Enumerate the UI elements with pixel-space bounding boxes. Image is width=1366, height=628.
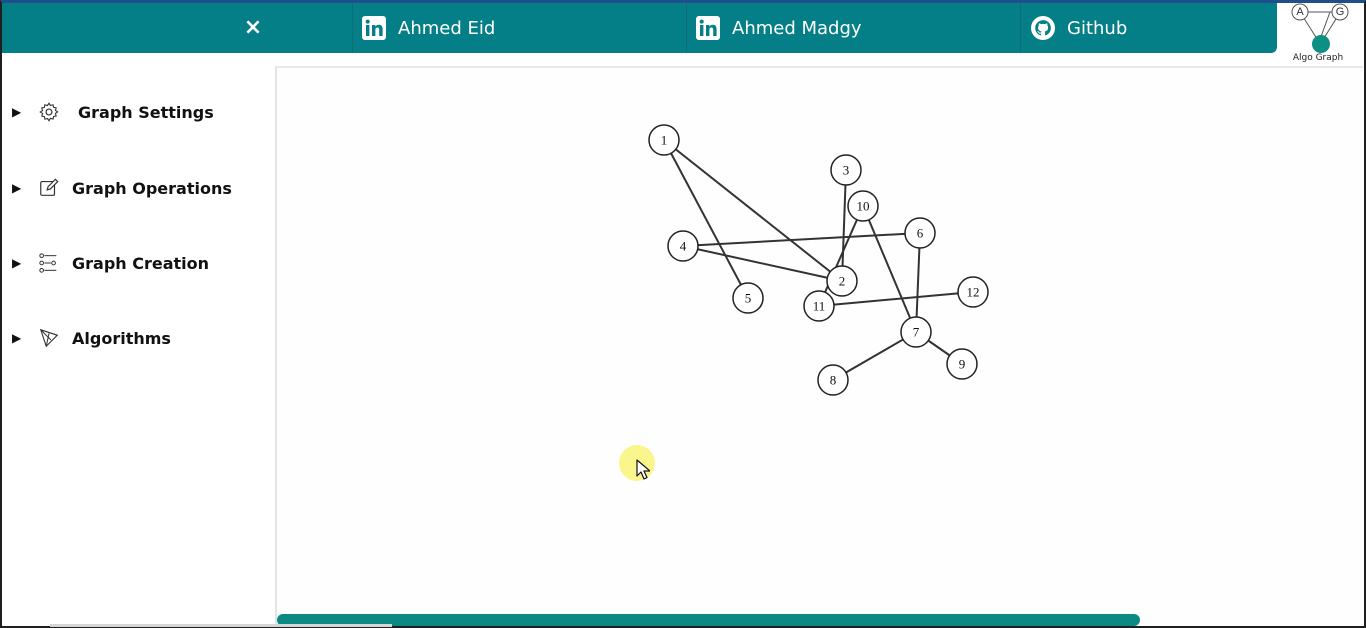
top-navbar: × Ahmed Eid Ahmed Madgy Github: [2, 3, 1277, 53]
graph-node-label: 3: [843, 163, 850, 178]
graph-node-label: 1: [661, 133, 668, 148]
caret-right-icon: ▶: [12, 105, 22, 119]
github-icon: [1031, 16, 1055, 40]
github-link[interactable]: Github: [1031, 3, 1127, 53]
graph-creation-icon: [39, 253, 57, 273]
mouse-pointer-icon: [636, 459, 650, 480]
graph-node-label: 6: [917, 226, 924, 241]
graph-node-label: 12: [967, 285, 980, 300]
logo-letter-g: G: [1336, 6, 1345, 18]
graph-node-9[interactable]: 9: [946, 348, 978, 380]
graph-edge-1-2[interactable]: [663, 139, 843, 282]
graph-node-2[interactable]: 2: [826, 265, 858, 297]
graph-svg[interactable]: 123456789101112: [277, 68, 1363, 624]
logo-letter-a: A: [1296, 6, 1304, 18]
linkedin-icon: [696, 16, 720, 40]
graph-node-label: 11: [813, 299, 826, 314]
caret-right-icon: ▶: [12, 331, 22, 345]
graph-node-4[interactable]: 4: [667, 230, 699, 262]
graph-node-label: 2: [839, 274, 846, 289]
graph-node-3[interactable]: 3: [830, 154, 862, 186]
graph-node-8[interactable]: 8: [817, 364, 849, 396]
caret-right-icon: ▶: [12, 256, 22, 270]
gear-icon: [39, 102, 59, 122]
graph-node-label: 8: [830, 373, 837, 388]
caret-right-icon: ▶: [12, 181, 22, 195]
graph-canvas[interactable]: 1 2 3 4 5 6 7 8 9 10 11 12: [275, 66, 1363, 624]
navbar-divider: [352, 3, 353, 53]
linkedin-link-ahmed-madgy[interactable]: Ahmed Madgy: [696, 3, 862, 53]
sidebar-item-graph-creation[interactable]: ▶ Graph Creation: [12, 248, 209, 278]
edit-icon: [40, 178, 59, 196]
linkedin-link-label: Ahmed Eid: [398, 17, 496, 39]
graph-node-12[interactable]: 12: [957, 276, 989, 308]
navbar-divider: [686, 3, 687, 53]
graph-node-1[interactable]: 1: [648, 124, 680, 156]
linkedin-icon: [362, 16, 386, 40]
github-link-label: Github: [1067, 17, 1128, 39]
sidebar: ▶ Graph Settings ▶ Graph Operations ▶ Gr…: [2, 66, 274, 626]
sidebar-item-label: Graph Settings: [78, 102, 214, 122]
graph-node-label: 5: [745, 291, 752, 306]
sidebar-item-label: Graph Creation: [72, 253, 210, 273]
graph-node-11[interactable]: 11: [803, 290, 835, 322]
graph-node-label: 7: [913, 325, 920, 340]
close-button[interactable]: ×: [240, 15, 266, 41]
nodes-layer: 123456789101112: [648, 124, 989, 396]
edges-layer: [663, 139, 974, 381]
algorithms-icon: [39, 328, 59, 348]
bottom-divider: [50, 624, 392, 627]
graph-node-label: 4: [680, 239, 687, 254]
sidebar-item-algorithms[interactable]: ▶ Algorithms: [12, 323, 171, 353]
graph-edge-1-5[interactable]: [663, 139, 749, 299]
graph-node-label: 9: [959, 357, 966, 372]
sidebar-item-label: Graph Operations: [72, 178, 232, 198]
graph-edge-4-2[interactable]: [682, 245, 843, 282]
graph-edge-4-6[interactable]: [682, 232, 921, 247]
sidebar-item-graph-operations[interactable]: ▶ Graph Operations: [12, 173, 232, 203]
graph-node-10[interactable]: 10: [847, 190, 879, 222]
logo-text: Algo Graph: [1292, 53, 1344, 63]
graph-node-5[interactable]: 5: [732, 282, 764, 314]
sidebar-item-label: Algorithms: [72, 328, 171, 348]
graph-node-label: 10: [857, 199, 870, 214]
linkedin-link-label: Ahmed Madgy: [732, 17, 862, 39]
graph-edge-3-2[interactable]: [841, 169, 847, 282]
navbar-divider: [1020, 3, 1021, 53]
graph-node-7[interactable]: 7: [900, 316, 932, 348]
sidebar-item-graph-settings[interactable]: ▶ Graph Settings: [12, 97, 214, 127]
linkedin-link-ahmed-eid[interactable]: Ahmed Eid: [362, 3, 495, 53]
graph-node-6[interactable]: 6: [904, 217, 936, 249]
scrollbar-thumb[interactable]: [277, 614, 1140, 626]
